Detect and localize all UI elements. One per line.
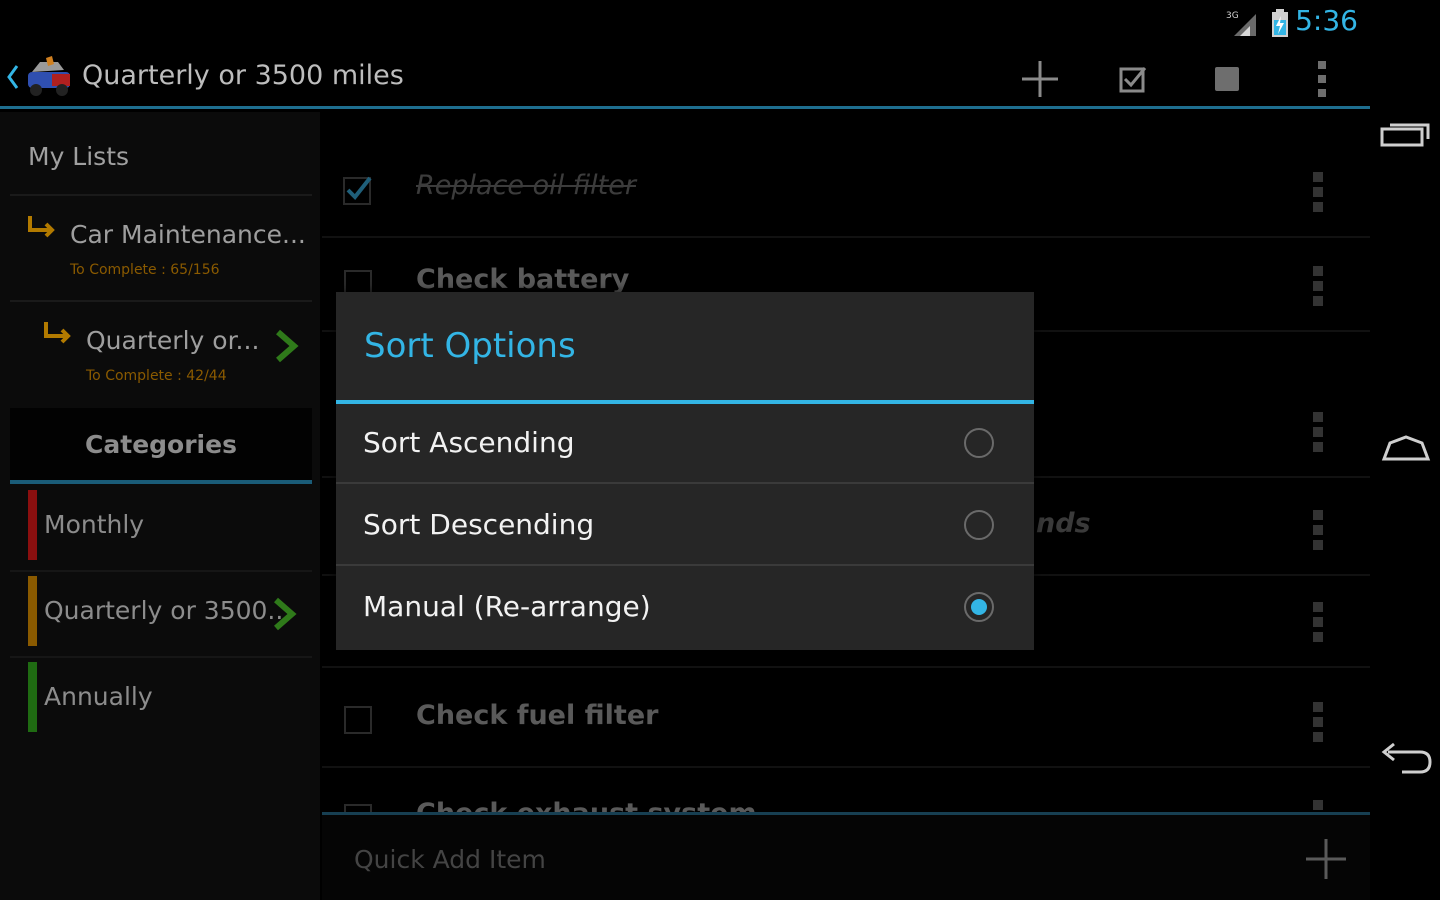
recent-apps-icon: [1380, 123, 1430, 147]
signal-3g-icon: 3G: [1226, 11, 1256, 36]
recent-apps-button[interactable]: [1378, 112, 1434, 156]
list-item[interactable]: Check fuel filter: [322, 674, 1370, 768]
quick-add-bar: Quick Add Item: [322, 815, 1370, 900]
item-menu-icon[interactable]: [1310, 702, 1326, 742]
list-item[interactable]: Replace oil filter: [322, 144, 1370, 238]
home-button[interactable]: [1378, 424, 1434, 468]
radio-button[interactable]: [964, 428, 994, 458]
svg-text:3G: 3G: [1226, 11, 1239, 21]
checkmark-icon: [343, 176, 372, 205]
category-name: Monthly: [44, 510, 145, 539]
item-menu-icon[interactable]: [1310, 510, 1326, 550]
sidebar-list-car-maintenance[interactable]: Car Maintenance... To Complete : 65/156: [10, 196, 312, 302]
system-nav-bar: [1370, 0, 1440, 900]
status-time: 5:36: [1295, 4, 1358, 37]
up-caret-icon[interactable]: [6, 64, 20, 90]
item-menu-icon[interactable]: [1310, 266, 1326, 306]
dialog-title: Sort Options: [364, 326, 576, 366]
list-progress: To Complete : 65/156: [70, 262, 220, 278]
sort-descending-option[interactable]: Sort Descending: [336, 486, 1034, 566]
category-color-bar: [28, 662, 37, 732]
category-color-bar: [28, 490, 37, 560]
sidebar-list-quarterly[interactable]: Quarterly or... To Complete : 42/44: [10, 302, 312, 406]
item-checkbox[interactable]: [343, 176, 372, 205]
home-icon: [1381, 435, 1431, 461]
list-item[interactable]: Check exhaust system: [322, 772, 1370, 812]
list-name: Quarterly or...: [86, 326, 260, 355]
car-app-icon[interactable]: [22, 54, 78, 100]
item-menu-icon[interactable]: [1310, 800, 1326, 812]
obscured-item-text: nds: [1036, 508, 1091, 539]
item-menu-icon[interactable]: [1310, 602, 1326, 642]
quick-add-input[interactable]: Quick Add Item: [354, 845, 546, 874]
quick-add-plus-icon[interactable]: [1304, 837, 1348, 881]
overflow-menu-button[interactable]: [1297, 56, 1347, 102]
categories-header: Categories: [10, 408, 312, 484]
category-color-bar: [28, 576, 37, 646]
radio-button-selected[interactable]: [964, 592, 994, 622]
list-name: Car Maintenance...: [70, 220, 306, 249]
item-menu-icon[interactable]: [1310, 172, 1326, 212]
sidebar: My Lists Car Maintenance... To Complete …: [0, 112, 320, 900]
radio-button[interactable]: [964, 510, 994, 540]
list-progress: To Complete : 42/44: [86, 368, 227, 384]
category-monthly[interactable]: Monthly: [10, 486, 312, 572]
item-menu-icon[interactable]: [1310, 412, 1326, 452]
back-button[interactable]: [1378, 738, 1434, 782]
item-text: Check fuel filter: [416, 700, 659, 731]
sub-list-arrow-icon: [28, 216, 55, 238]
add-button[interactable]: [1015, 56, 1065, 102]
option-label: Manual (Re-arrange): [363, 590, 651, 623]
sort-options-dialog: Sort Options Sort Ascending Sort Descend…: [336, 292, 1034, 650]
uncheck-all-icon: [1215, 67, 1239, 91]
my-lists-title: My Lists: [28, 142, 130, 171]
check-all-icon: [1119, 67, 1147, 93]
add-icon: [1022, 61, 1058, 97]
category-name: Annually: [44, 682, 153, 711]
category-quarterly[interactable]: Quarterly or 3500...: [10, 572, 312, 658]
item-text: Check exhaust system: [416, 798, 757, 812]
overflow-menu-icon: [1318, 61, 1326, 97]
chevron-right-icon: [274, 597, 297, 631]
battery-charging-icon: [1272, 9, 1288, 37]
item-text: Replace oil filter: [416, 170, 636, 201]
sort-ascending-option[interactable]: Sort Ascending: [336, 404, 1034, 484]
item-text: Check battery: [416, 264, 630, 295]
status-bar: 3G 5:36: [0, 0, 1370, 48]
check-all-button[interactable]: [1108, 56, 1158, 102]
chevron-right-icon: [276, 329, 299, 363]
categories-title: Categories: [85, 430, 237, 459]
category-annually[interactable]: Annually: [10, 658, 312, 742]
action-bar-divider: [0, 106, 1370, 109]
status-icons: 3G: [1226, 6, 1290, 40]
sub-list-arrow-icon: [44, 322, 71, 344]
option-label: Sort Descending: [363, 508, 595, 541]
item-checkbox[interactable]: [344, 706, 372, 734]
item-checkbox[interactable]: [344, 804, 372, 812]
manual-rearrange-option[interactable]: Manual (Re-arrange): [336, 568, 1034, 648]
back-icon: [1381, 742, 1432, 774]
my-lists-header: My Lists: [10, 112, 312, 196]
option-label: Sort Ascending: [363, 426, 575, 459]
action-bar-title: Quarterly or 3500 miles: [82, 60, 404, 91]
uncheck-all-button[interactable]: [1202, 56, 1252, 102]
category-name: Quarterly or 3500...: [44, 596, 292, 625]
